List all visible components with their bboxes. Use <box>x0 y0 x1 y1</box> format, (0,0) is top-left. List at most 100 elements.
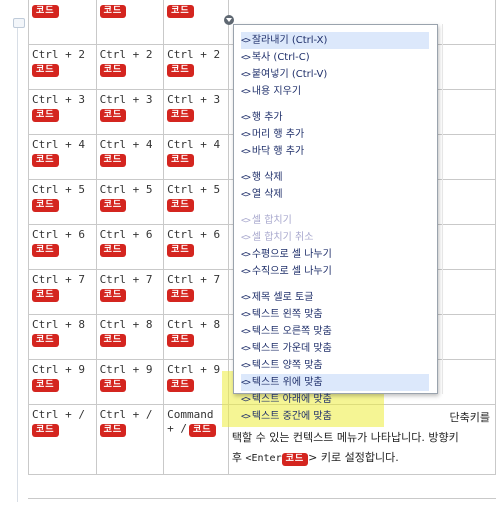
table-cell[interactable]: Command + / 코드 <box>163 404 229 475</box>
shortcut-text: Ctrl + 8 <box>32 318 85 331</box>
shortcut-text: Ctrl + 7 <box>32 273 85 286</box>
menu-item-label: 행 추가 <box>251 112 283 123</box>
code-badge: 코드 <box>99 199 127 212</box>
table-cell[interactable]: 코드 <box>95 0 165 45</box>
table-cell[interactable]: Ctrl + 8 코드 <box>95 314 165 360</box>
shortcut-text: Ctrl + 8 <box>167 318 221 331</box>
menu-item-label: 붙여넣기 (Ctrl-V) <box>251 69 328 80</box>
shortcut-text: Ctrl + 7 <box>167 273 221 286</box>
code-badge: 코드 <box>99 109 127 122</box>
code-icon: <> <box>241 130 251 140</box>
table-cell[interactable]: Ctrl + 4 코드 <box>28 134 97 180</box>
table-cell[interactable]: Ctrl + 2 코드 <box>163 44 229 90</box>
menu-item-label: 행 삭제 <box>251 172 283 183</box>
shortcut-text: Ctrl + 6 <box>32 228 85 241</box>
table-cell[interactable]: Ctrl + 5 코드 <box>28 179 97 225</box>
table-cell[interactable]: Ctrl + 3 코드 <box>95 89 165 135</box>
code-icon: <> <box>241 70 251 80</box>
menu-item-label: 셀 합치기 <box>251 215 292 226</box>
menu-item[interactable]: <> 복사 (Ctrl-C) <box>241 49 429 66</box>
table-cell[interactable]: Ctrl + / 코드 <box>95 404 165 475</box>
table-cell[interactable]: Ctrl + 8 코드 <box>28 314 97 360</box>
table-cell[interactable]: Ctrl + 2 코드 <box>28 44 97 90</box>
table-cell[interactable]: Ctrl + 9 코드 <box>163 359 229 405</box>
table-cell[interactable]: Ctrl + 4 코드 <box>163 134 229 180</box>
shortcut-text: Ctrl + 5 <box>32 183 85 196</box>
shortcut-text: Ctrl + 4 <box>32 138 85 151</box>
menu-item[interactable]: <> 텍스트 중간에 맞춤 <box>241 408 429 425</box>
table-handle-icon[interactable] <box>13 18 25 28</box>
menu-item-label: 텍스트 아래에 맞춤 <box>251 394 332 405</box>
shortcut-text: Ctrl + 8 <box>99 318 153 331</box>
menu-item[interactable]: <> 머리 행 추가 <box>241 126 429 143</box>
menu-item[interactable]: <> 행 삭제 <box>241 169 429 186</box>
menu-item[interactable]: <> 수직으로 셀 나누기 <box>241 263 429 280</box>
table-cell[interactable]: Ctrl + 8 코드 <box>163 314 229 360</box>
table-cell[interactable]: Ctrl + 3 코드 <box>28 89 97 135</box>
shortcut-text: Ctrl + 7 <box>99 273 153 286</box>
shortcut-text: Ctrl + 2 <box>99 48 153 61</box>
menu-item[interactable]: <> 수평으로 셀 나누기 <box>241 246 429 263</box>
menu-item: <> 셀 합치기 <box>241 212 429 229</box>
menu-item[interactable]: <> 행 추가 <box>241 109 429 126</box>
menu-item[interactable]: <> 텍스트 오른쪽 맞춤 <box>241 323 429 340</box>
table-cell[interactable]: Ctrl + 6 코드 <box>163 224 229 270</box>
table-cell[interactable]: Ctrl + 9 코드 <box>28 359 97 405</box>
table-cell[interactable]: 코드 <box>28 0 97 45</box>
shortcut-text: Ctrl + 4 <box>99 138 153 151</box>
code-icon: <> <box>241 190 251 200</box>
code-badge: 코드 <box>189 424 216 437</box>
table-cell[interactable]: Ctrl + / 코드 <box>28 404 97 475</box>
menu-item[interactable]: <> 텍스트 가운데 맞춤 <box>241 340 429 357</box>
code-badge: 코드 <box>167 5 194 18</box>
menu-item[interactable]: <> 제목 셀로 토글 <box>241 289 429 306</box>
menu-item[interactable]: <> 붙여넣기 (Ctrl-V) <box>241 66 429 83</box>
table-cell[interactable]: Ctrl + 7 코드 <box>163 269 229 315</box>
shortcut-text: Ctrl + 6 <box>167 228 221 241</box>
menu-item[interactable]: <> 텍스트 양쪽 맞춤 <box>241 357 429 374</box>
code-icon: <> <box>241 395 251 405</box>
menu-item[interactable]: <> 잘라내기 (Ctrl-X) <box>241 32 429 49</box>
menu-item: <> 셀 합치기 취소 <box>241 229 429 246</box>
menu-item-label: 텍스트 가운데 맞춤 <box>251 343 332 354</box>
code-badge: 코드 <box>32 64 59 77</box>
table-cell[interactable]: Ctrl + 6 코드 <box>28 224 97 270</box>
menu-item[interactable]: <> 열 삭제 <box>241 186 429 203</box>
menu-item[interactable]: <> 내용 지우기 <box>241 83 429 100</box>
menu-item[interactable]: <> 텍스트 왼쪽 맞춤 <box>241 306 429 323</box>
code-badge: 코드 <box>32 379 59 392</box>
code-icon: <> <box>241 293 251 303</box>
code-icon: <> <box>241 327 251 337</box>
menu-item[interactable]: <> 텍스트 아래에 맞춤 <box>241 391 429 408</box>
gutter-guide-line <box>17 22 18 502</box>
table-cell[interactable]: Ctrl + 6 코드 <box>95 224 165 270</box>
table-cell[interactable]: Ctrl + 4 코드 <box>95 134 165 180</box>
code-badge: 코드 <box>32 244 59 257</box>
menu-item-label: 텍스트 양쪽 맞춤 <box>251 360 323 371</box>
table-cell[interactable]: Ctrl + 2 코드 <box>95 44 165 90</box>
code-badge: 코드 <box>99 334 127 347</box>
code-badge: 코드 <box>99 5 127 18</box>
table-cell[interactable]: Ctrl + 3 코드 <box>163 89 229 135</box>
context-menu: <> 잘라내기 (Ctrl-X) <> 복사 (Ctrl-C) <> 붙여넣기 (Ctrl… <box>233 24 438 422</box>
code-badge: 코드 <box>167 334 194 347</box>
code-icon: <> <box>241 310 251 320</box>
table-cell[interactable]: 코드 <box>163 0 229 45</box>
code-icon: <> <box>241 250 251 260</box>
menu-item[interactable]: <> 바닥 행 추가 <box>241 143 429 160</box>
table-cell[interactable]: Ctrl + 9 코드 <box>95 359 165 405</box>
code-icon: <> <box>241 53 251 63</box>
code-icon: <> <box>241 378 251 388</box>
code-badge: 코드 <box>99 379 127 392</box>
menu-item-label: 바닥 행 추가 <box>251 146 305 157</box>
table-cell[interactable]: Ctrl + 5 코드 <box>95 179 165 225</box>
table-cell[interactable]: Ctrl + 7 코드 <box>28 269 97 315</box>
table-cell[interactable]: Ctrl + 5 코드 <box>163 179 229 225</box>
shortcut-text: Ctrl + 3 <box>167 93 221 106</box>
code-icon: <> <box>241 267 251 277</box>
shortcut-text: Ctrl + 2 <box>167 48 221 61</box>
shortcut-text: Ctrl + 6 <box>99 228 153 241</box>
table-cell[interactable]: Ctrl + 7 코드 <box>95 269 165 315</box>
shortcut-text: + / <box>167 422 187 435</box>
menu-item[interactable]: <> 텍스트 위에 맞춤 <box>241 374 429 391</box>
